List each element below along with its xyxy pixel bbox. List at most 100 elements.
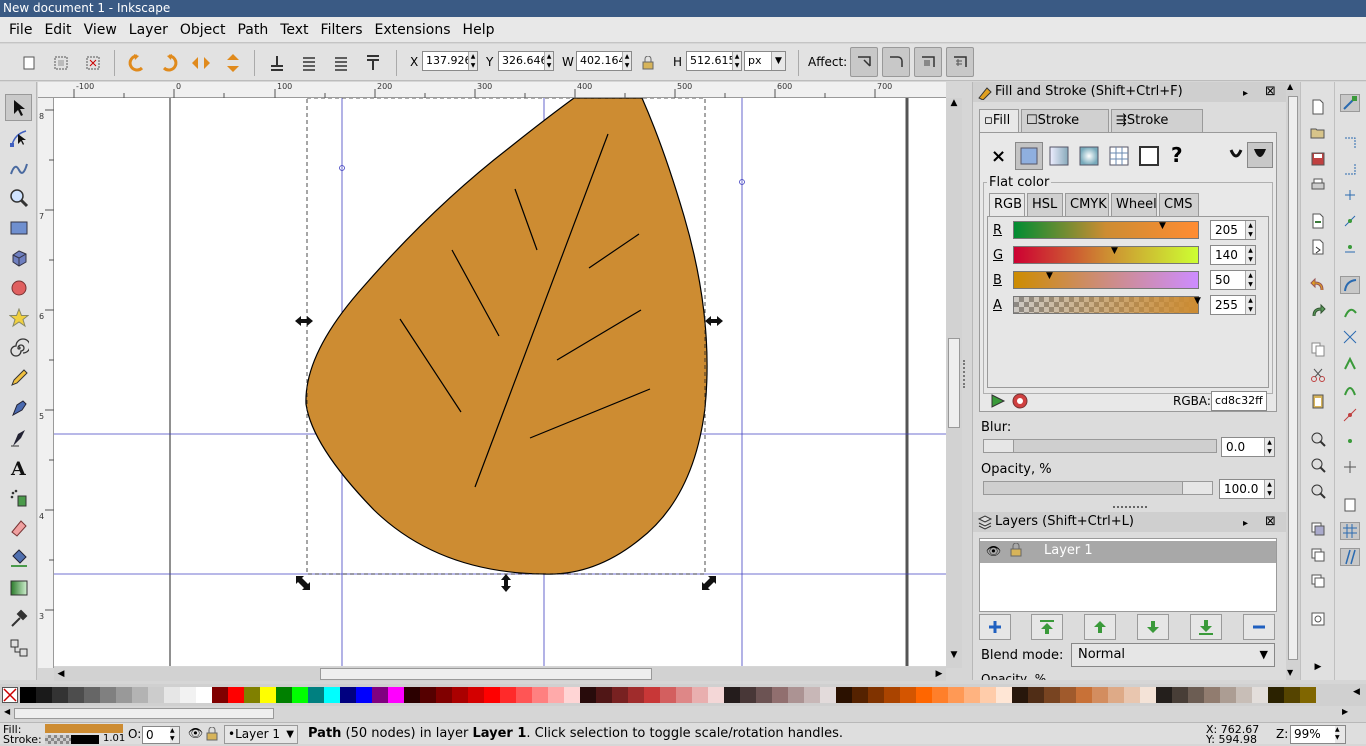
snap-intersections-icon[interactable]	[1340, 328, 1360, 346]
new-document-icon[interactable]	[1308, 98, 1328, 116]
color-swatch[interactable]	[676, 687, 692, 703]
dropper-tool-icon[interactable]	[5, 604, 32, 631]
snap-paths-icon[interactable]	[1340, 302, 1360, 320]
x-input[interactable]: 137.926 ▲ ▼	[422, 51, 478, 71]
lower-icon[interactable]	[296, 50, 322, 76]
color-swatch[interactable]	[1124, 687, 1140, 703]
snap-smooth-nodes-icon[interactable]	[1340, 380, 1360, 398]
open-icon[interactable]	[1308, 124, 1328, 142]
xml-editor-icon[interactable]	[1308, 610, 1328, 628]
color-swatch[interactable]	[484, 687, 500, 703]
color-swatch[interactable]	[868, 687, 884, 703]
scroll-down-icon[interactable]: ▼	[947, 650, 961, 664]
color-swatch[interactable]	[1172, 687, 1188, 703]
tab-hsl[interactable]: HSL	[1027, 193, 1063, 217]
scale-corners-icon[interactable]	[882, 47, 910, 77]
tab-stroke-paint[interactable]: ☐Stroke paint	[1021, 109, 1109, 150]
y-input[interactable]: 326.646 ▲ ▼	[498, 51, 554, 71]
snap-cusp-nodes-icon[interactable]	[1340, 354, 1360, 372]
rectangle-tool-icon[interactable]	[5, 214, 32, 241]
b-slider-marker-icon[interactable]: ▼	[1046, 272, 1053, 281]
vertical-scrollbar[interactable]: ▲ ▼	[946, 98, 962, 668]
h-input[interactable]: 512.615 ▲ ▼	[686, 51, 742, 71]
color-swatch[interactable]	[52, 687, 68, 703]
snap-bbox-midpoints-icon[interactable]	[1340, 212, 1360, 230]
color-swatch[interactable]	[372, 687, 388, 703]
node-tool-icon[interactable]	[5, 124, 32, 151]
dock-scroll-thumb[interactable]	[1288, 96, 1298, 660]
color-swatch[interactable]	[1156, 687, 1172, 703]
layer-to-top-button[interactable]	[1031, 614, 1063, 640]
snap-bbox-corners-icon[interactable]	[1340, 186, 1360, 204]
color-swatch[interactable]	[1220, 687, 1236, 703]
fill-rule-evenodd-icon[interactable]	[1227, 146, 1245, 168]
layer-down-button[interactable]	[1137, 614, 1169, 640]
r-input[interactable]: 205 ▲ ▼	[1210, 220, 1256, 240]
panel-float-icon[interactable]: ▸	[1243, 84, 1248, 104]
color-swatch[interactable]	[116, 687, 132, 703]
3d-box-tool-icon[interactable]	[5, 244, 32, 271]
snap-bbox-edges-icon[interactable]	[1340, 160, 1360, 178]
color-swatch[interactable]	[836, 687, 852, 703]
menu-filters[interactable]: Filters	[315, 17, 369, 43]
color-swatch[interactable]	[356, 687, 372, 703]
layers-float-icon[interactable]: ▸	[1243, 514, 1248, 534]
panel-resize-grip[interactable]	[1113, 506, 1147, 510]
stroke-indicator-swatch[interactable]	[71, 735, 99, 744]
color-swatch[interactable]	[404, 687, 420, 703]
color-swatch[interactable]	[948, 687, 964, 703]
color-swatch[interactable]	[324, 687, 340, 703]
scroll-left-icon[interactable]: ◀	[54, 667, 68, 681]
menu-layer[interactable]: Layer	[123, 17, 174, 43]
blur-slider-thumb[interactable]	[984, 440, 1014, 452]
horizontal-scroll-thumb[interactable]	[320, 668, 652, 680]
paint-swatch-icon[interactable]	[1137, 144, 1161, 172]
color-swatch[interactable]	[260, 687, 276, 703]
color-swatch[interactable]	[804, 687, 820, 703]
color-swatch[interactable]	[516, 687, 532, 703]
snap-nodes-icon[interactable]	[1340, 276, 1360, 294]
layer-up-button[interactable]	[1084, 614, 1116, 640]
paint-bucket-tool-icon[interactable]	[5, 544, 32, 571]
snap-guides-icon[interactable]	[1340, 548, 1360, 566]
snap-toggle-icon[interactable]	[1340, 94, 1360, 112]
scale-stroke-icon[interactable]	[850, 47, 878, 77]
snap-bbox-icon[interactable]	[1340, 134, 1360, 152]
copy-icon[interactable]	[1308, 340, 1328, 358]
snap-midpoints-icon[interactable]	[1340, 406, 1360, 424]
color-swatch[interactable]	[180, 687, 196, 703]
move-patterns-icon[interactable]	[946, 47, 974, 77]
paint-unset-button[interactable]: ?	[1171, 143, 1183, 167]
deselect-icon[interactable]	[80, 50, 106, 76]
opacity-slider[interactable]	[983, 481, 1213, 495]
w-input[interactable]: 402.164 ▲ ▼	[576, 51, 632, 71]
color-swatch[interactable]	[852, 687, 868, 703]
g-slider[interactable]: ▼	[1013, 246, 1199, 264]
tab-wheel[interactable]: Wheel	[1111, 193, 1157, 217]
color-swatch[interactable]	[500, 687, 516, 703]
color-swatch[interactable]	[148, 687, 164, 703]
color-swatch[interactable]	[1236, 687, 1252, 703]
redo-icon[interactable]	[1308, 302, 1328, 320]
clone-icon[interactable]	[1308, 546, 1328, 564]
menu-path[interactable]: Path	[231, 17, 274, 43]
eraser-tool-icon[interactable]	[5, 514, 32, 541]
undo-icon[interactable]	[1308, 276, 1328, 294]
color-swatch[interactable]	[1092, 687, 1108, 703]
color-swatch[interactable]	[244, 687, 260, 703]
color-swatch[interactable]	[1060, 687, 1076, 703]
color-swatch[interactable]	[276, 687, 292, 703]
dock-scrollbar[interactable]: ▲ ▼	[1286, 82, 1300, 680]
layer-visibility-icon[interactable]: 👁	[188, 726, 203, 740]
tab-rgb[interactable]: RGB	[989, 193, 1025, 217]
color-swatch[interactable]	[420, 687, 436, 703]
color-swatch[interactable]	[884, 687, 900, 703]
palette-scroll-thumb[interactable]	[14, 708, 274, 719]
object-opacity-input[interactable]: 0 ▲ ▼	[142, 726, 180, 744]
zoom-page-icon[interactable]	[1308, 482, 1328, 500]
flip-horizontal-icon[interactable]	[188, 50, 214, 76]
blend-mode-select[interactable]: Normal ▼	[1071, 643, 1275, 667]
color-swatch[interactable]	[580, 687, 596, 703]
lock-icon[interactable]	[638, 50, 658, 76]
cut-icon[interactable]	[1308, 366, 1328, 384]
